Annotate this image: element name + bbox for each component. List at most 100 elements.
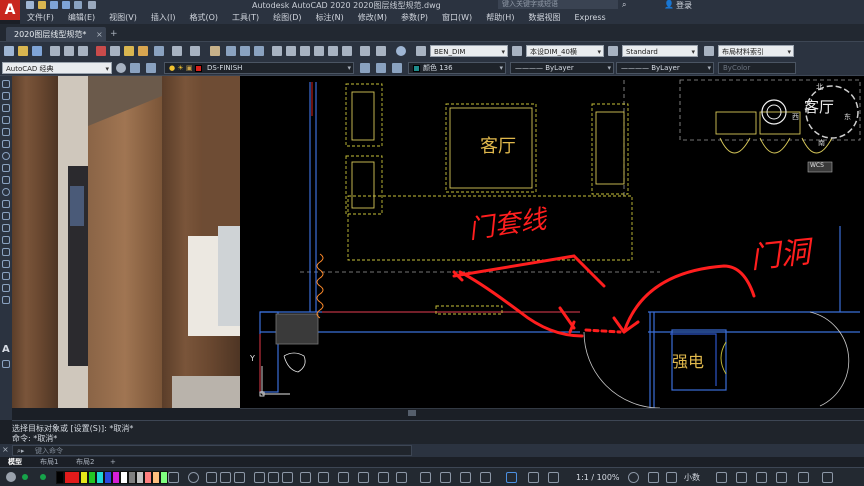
record-icon[interactable] (6, 472, 16, 482)
multileader-style-combo[interactable]: 布局材料索引 ▾ (718, 45, 794, 57)
line-tool-icon[interactable] (2, 80, 10, 88)
close-icon[interactable]: × (2, 445, 9, 454)
lock-ui-icon[interactable] (736, 472, 747, 483)
menu-file[interactable]: 文件(F) (20, 11, 61, 24)
menu-tools[interactable]: 工具(T) (225, 11, 266, 24)
color-swatch[interactable] (56, 471, 64, 484)
color-swatch[interactable] (88, 471, 96, 484)
linetype-combo[interactable]: ———— ByLayer ▾ (510, 62, 614, 74)
search-icon[interactable]: ⌕ (622, 0, 626, 10)
plot-icon[interactable] (74, 1, 82, 9)
ellipse-arc-icon[interactable] (2, 200, 10, 208)
menu-window[interactable]: 窗口(W) (435, 11, 479, 24)
text-edit-icon[interactable] (268, 472, 279, 483)
menu-express[interactable]: Express (567, 11, 612, 24)
color-swatch[interactable] (80, 471, 88, 484)
polyline-icon[interactable] (2, 104, 10, 112)
copy-icon[interactable] (110, 46, 120, 56)
clean-screen-icon[interactable] (798, 472, 809, 483)
color-swatch[interactable] (144, 471, 152, 484)
customization-icon[interactable] (822, 472, 833, 483)
wcs-menu[interactable]: WCS (810, 162, 824, 169)
drawing-canvas[interactable]: 客厅 强电 门套线 门洞 北 客厅 西 东 南 WCS Y (240, 76, 864, 408)
block-icon[interactable] (376, 46, 386, 56)
save-icon[interactable] (50, 1, 58, 9)
match-properties-icon[interactable] (138, 46, 148, 56)
isodraft-icon[interactable] (420, 472, 431, 483)
clip-icon[interactable] (254, 472, 265, 483)
zoom-previous-icon[interactable] (254, 46, 264, 56)
menu-draw[interactable]: 绘图(D) (266, 11, 308, 24)
layer-previous-icon[interactable] (376, 63, 386, 73)
autocad-logo-icon[interactable]: A (0, 0, 20, 20)
revision-cloud-icon[interactable] (2, 164, 10, 172)
object-snap-icon[interactable] (460, 472, 471, 483)
object-snap-tracking-icon[interactable] (440, 472, 451, 483)
snap-mode-icon[interactable] (358, 472, 369, 483)
grid-display-icon[interactable] (338, 472, 349, 483)
text-tool-icon[interactable]: A (2, 344, 10, 355)
menu-insert[interactable]: 插入(I) (144, 11, 183, 24)
table-style-icon[interactable] (608, 46, 618, 56)
color-swatch[interactable] (104, 471, 112, 484)
color-combo[interactable]: 颜色 136 ▾ (408, 62, 506, 74)
annotation-scale-value[interactable]: 1:1 / 100% (576, 468, 620, 486)
design-center-icon[interactable] (286, 46, 296, 56)
isolate-objects-icon[interactable] (756, 472, 767, 483)
table-icon[interactable] (2, 284, 10, 292)
paste-icon[interactable] (124, 46, 134, 56)
construction-line-icon[interactable] (2, 92, 10, 100)
arc-icon[interactable] (2, 140, 10, 148)
text-style-icon[interactable] (416, 46, 426, 56)
dim-style-combo[interactable]: 本设DIM_40横 ▾ (526, 45, 604, 57)
text-style-combo[interactable]: BEN_DIM ▾ (430, 45, 508, 57)
grid-icon[interactable] (206, 472, 217, 483)
annotation-monitor-icon[interactable] (648, 472, 659, 483)
annotation-visibility-icon[interactable] (528, 472, 539, 483)
workspace-settings-icon[interactable] (116, 63, 126, 73)
publish-icon[interactable] (78, 46, 88, 56)
undo-icon[interactable] (88, 1, 96, 9)
ellipse-icon[interactable] (2, 188, 10, 196)
undo-icon[interactable] (168, 472, 179, 483)
lineweight-icon[interactable] (480, 472, 491, 483)
zoom-realtime-icon[interactable] (226, 46, 236, 56)
new-icon[interactable] (4, 46, 14, 56)
make-current-layer-icon[interactable] (360, 63, 370, 73)
menu-view[interactable]: 视图(V) (102, 11, 144, 24)
search-input[interactable]: 键入关键字或短语 (498, 0, 618, 9)
settings-icon[interactable] (282, 472, 293, 483)
close-tab-icon[interactable]: × (96, 27, 103, 42)
quickcalc-icon[interactable] (342, 46, 352, 56)
region-icon[interactable] (2, 272, 10, 280)
print-icon[interactable] (50, 46, 60, 56)
block-editor-icon[interactable] (154, 46, 164, 56)
menu-modify[interactable]: 修改(M) (351, 11, 394, 24)
color-swatch[interactable] (112, 471, 120, 484)
workspace-combo[interactable]: AutoCAD 经典 ▾ (2, 62, 112, 74)
refresh-icon[interactable] (188, 472, 199, 483)
make-block-icon[interactable] (2, 224, 10, 232)
color-swatch[interactable] (64, 471, 80, 484)
menu-parametric[interactable]: 参数(P) (394, 11, 435, 24)
units-icon[interactable] (666, 472, 677, 483)
pen-icon[interactable] (300, 472, 311, 483)
cut-icon[interactable] (96, 46, 106, 56)
workspace-switch-icon[interactable] (628, 472, 639, 483)
circle-icon[interactable] (2, 152, 10, 160)
help-icon[interactable] (396, 46, 406, 56)
viewcube-face[interactable]: 客厅 (804, 96, 834, 117)
point-icon[interactable] (2, 236, 10, 244)
color-swatch[interactable] (128, 471, 136, 484)
sheet-set-icon[interactable] (314, 46, 324, 56)
new-tab-icon[interactable]: + (110, 27, 118, 42)
viewcube-east[interactable]: 东 (844, 112, 851, 122)
dim-style-icon[interactable] (512, 46, 522, 56)
units-value[interactable]: 小数 (684, 468, 700, 486)
multiline-text-icon[interactable] (2, 296, 10, 304)
tab-layout2[interactable]: 布局2 (76, 457, 94, 467)
model-space-icon[interactable] (318, 472, 329, 483)
scrollbar-thumb[interactable] (408, 410, 416, 416)
viewcube-south[interactable]: 南 (818, 138, 825, 148)
hardware-acceleration-icon[interactable] (776, 472, 787, 483)
